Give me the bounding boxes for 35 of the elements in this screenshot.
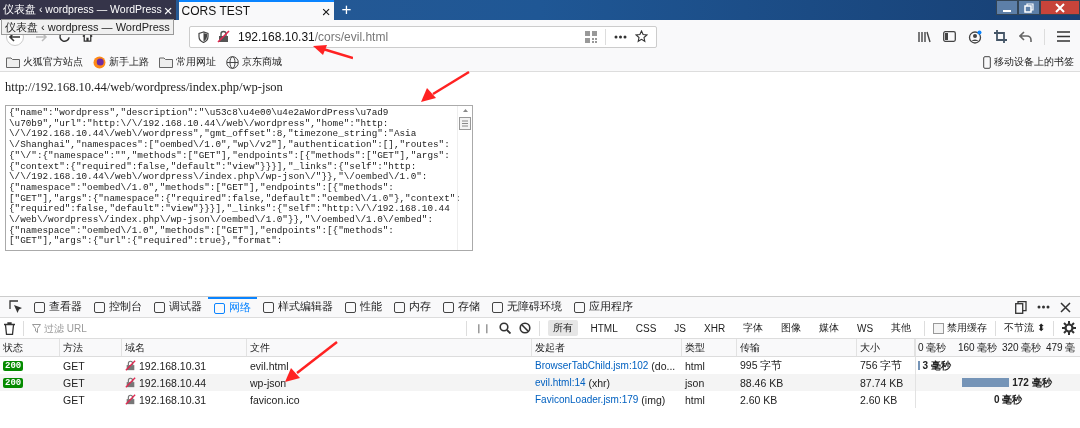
table-cell-text: GET xyxy=(62,376,86,389)
table-cell-text: 756 字节 xyxy=(859,358,904,373)
status-badge: 200 xyxy=(3,360,24,371)
table-cell-text: 2.60 KB xyxy=(859,393,899,406)
table-cell: 192.168.10.44 xyxy=(139,376,207,389)
json-text: {"name":"wordpress","description":"\u53c8\u4e00\u4e2aWordPress\u7ad9 \u70b9","url":"http:\/\/192.168.10.44\/web\/wordpress","home":"http: \/\/192.168.10.44\/web\/wordpress","gmt_offset":8,"timezone_string":"Asia \/Shanghai","namespaces":["oembed\/1.0","wp\/v2"],"authentication":[],"routes": {"\/":{"namespace":"","methods":["GET"],"endpoints":[{"methods":["GET"],"args": {"context":{"required":false,"default":"view"}}}],"_links":{"self":"http: \/\/192.168.10.44\/web\/wordpress\/index.php\/wp-json\/"}},"\/oembed\/1.0": {"namespace":"oembed\/1.0","methods":["GET"],"endpoints":[{"methods": ["GET"],"args":{"namespace":{"required":false,"default":"oembed\/1.0"},"context": {"required":false,"default":"view"}}}],"_links":{"self":"http:\/\/192.168.10.44 \/web\/wordpress\/index.php\/wp-json\/oembed\/1.0"}},"\/oembed\/1.0\/embed": {"namespace":"oembed\/1.0","methods":["GET"],"endpoints":[{"methods": ["GET"],"args":{"url":{"required":true},"format": xyxy=(8,106,457,249)
table-cell-text: html xyxy=(684,359,706,372)
tab-tooltip: 仪表盘 ‹ wordpress — WordPress xyxy=(1,19,174,35)
timing-label: 3 毫秒 xyxy=(922,358,951,373)
table-cell-text: 87.74 KB xyxy=(859,376,905,389)
cause-text: (xhr) xyxy=(588,376,611,389)
table-cell-text: 88.46 KB xyxy=(739,376,785,389)
url-text: 192.168.10.31/cors/evil.html xyxy=(238,29,389,44)
table-cell-text: json xyxy=(683,376,706,389)
table-cell-text: 995 字节 xyxy=(739,358,784,373)
table-cell: 192.168.10.31 xyxy=(139,393,207,406)
cause-text: (do... xyxy=(651,359,676,372)
table-cell: 192.168.10.31 xyxy=(139,359,207,372)
timeline-tick: 160 毫秒 xyxy=(958,340,998,355)
table-cell-text: GET xyxy=(62,393,86,406)
page-url-text: http://192.168.10.44/web/wordpress/index.php/wp-json xyxy=(5,80,284,95)
timing-label: 172 毫秒 xyxy=(1012,375,1052,390)
timeline-tick: 0 毫秒 xyxy=(918,340,947,355)
table-cell-text: wp-json xyxy=(249,376,288,389)
status-badge: 200 xyxy=(3,377,24,388)
table-cell-text: favicon.ico xyxy=(249,393,301,406)
table-cell-text: evil.html xyxy=(249,359,290,372)
table-cell-text: GET xyxy=(62,359,86,372)
table-cell-text: html xyxy=(684,393,706,406)
timeline-tick: 479 毫 xyxy=(1046,340,1076,355)
table-cell-text: 2.60 KB xyxy=(739,393,779,406)
cause-text: (img) xyxy=(641,393,666,406)
timeline-tick: 320 毫秒 xyxy=(1002,340,1042,355)
checkbox-label: 禁用缓存 xyxy=(947,321,988,335)
timing-label: 0 毫秒 xyxy=(994,392,1023,407)
